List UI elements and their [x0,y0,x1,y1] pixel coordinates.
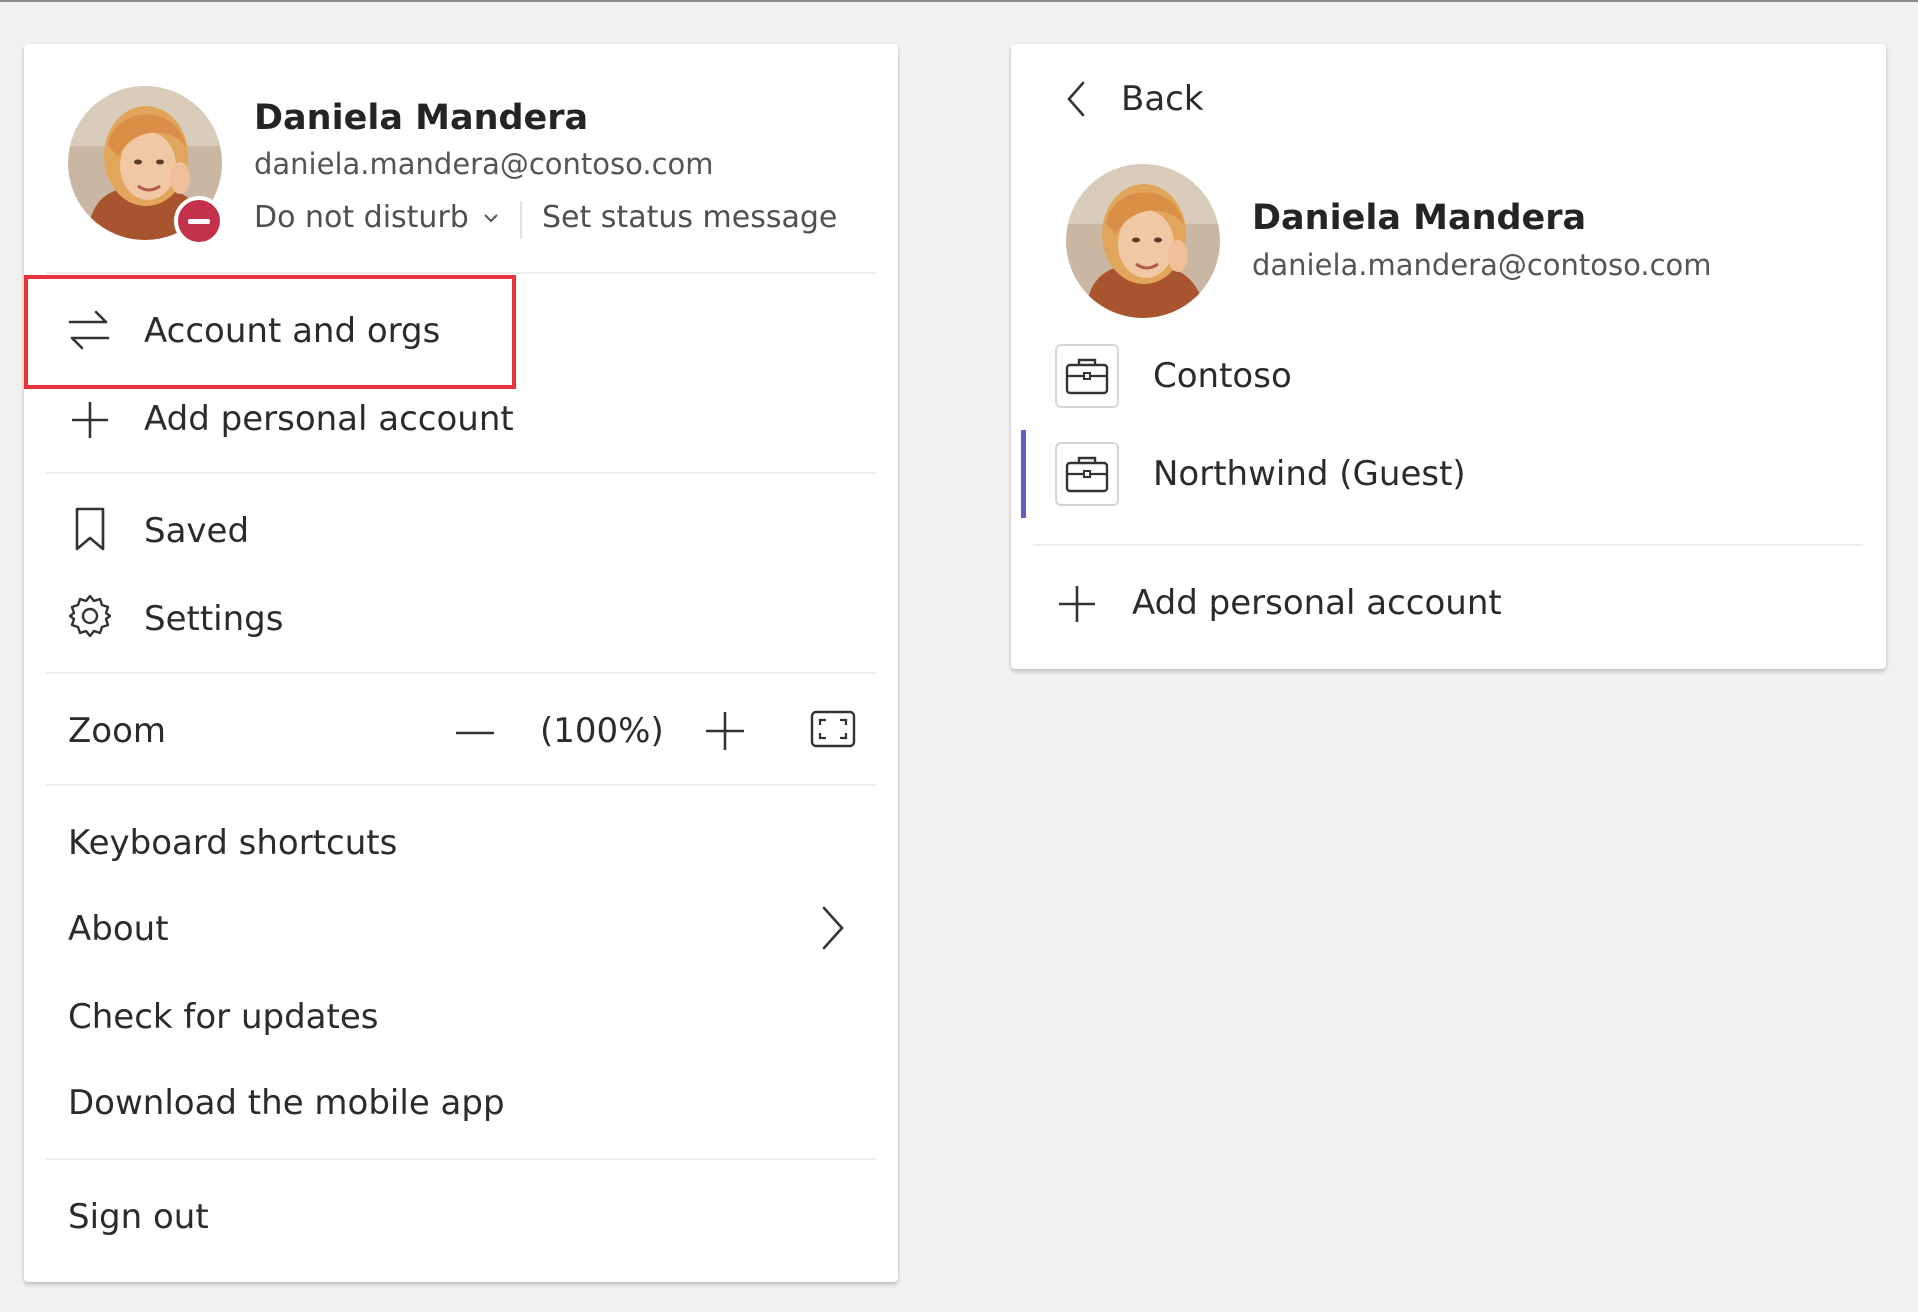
chevron-right-icon[interactable] [820,904,846,952]
profile-menu: Daniela Mandera daniela.mandera@contoso.… [24,44,898,1282]
user-email: daniela.mandera@contoso.com [1252,248,1712,282]
minus-icon[interactable] [454,729,496,737]
divider [46,1158,876,1160]
zoom-value: (100%) [540,711,664,751]
account-and-orgs-item[interactable]: Account and orgs [144,314,440,348]
org-item-contoso[interactable]: Contoso [1153,359,1292,393]
back-button[interactable]: Back [1121,82,1204,116]
window-top-edge [0,0,1918,2]
saved-item[interactable]: Saved [144,514,249,548]
fullscreen-icon[interactable] [810,710,856,748]
user-name: Daniela Mandera [1252,198,1587,238]
bookmark-icon [74,506,106,552]
divider [46,672,876,674]
plus-icon[interactable] [704,710,746,752]
set-status-message-link[interactable]: Set status message [542,203,837,233]
plus-icon [1057,584,1097,624]
dnd-status-icon [174,196,224,246]
gear-icon [66,592,114,640]
divider [46,784,876,786]
user-name: Daniela Mandera [254,98,589,138]
briefcase-icon [1065,456,1109,493]
divider [1033,544,1863,546]
download-mobile-app-item[interactable]: Download the mobile app [68,1086,505,1120]
status-dropdown[interactable]: Do not disturb [254,203,469,233]
sign-out-item[interactable]: Sign out [68,1200,209,1234]
chevron-down-icon[interactable] [481,208,501,228]
briefcase-icon [1065,358,1109,395]
org-item-northwind[interactable]: Northwind (Guest) [1153,457,1466,491]
plus-icon [70,400,110,440]
divider [46,272,876,274]
keyboard-shortcuts-item[interactable]: Keyboard shortcuts [68,826,397,860]
status-separator [520,201,522,239]
org-icon-box [1055,442,1119,506]
add-personal-account-item[interactable]: Add personal account [144,402,514,436]
org-icon-box [1055,344,1119,408]
divider [46,472,876,474]
arrows-swap-icon [66,308,112,352]
avatar [1066,164,1220,318]
active-org-indicator [1021,430,1026,518]
about-item[interactable]: About [68,912,169,946]
accounts-panel: Back Daniela Mandera daniela.mandera@con… [1011,44,1886,669]
chevron-left-icon[interactable] [1065,80,1087,118]
add-personal-account-item[interactable]: Add personal account [1132,586,1502,620]
zoom-label: Zoom [68,711,167,751]
check-for-updates-item[interactable]: Check for updates [68,1000,378,1034]
user-email: daniela.mandera@contoso.com [254,147,714,181]
settings-item[interactable]: Settings [144,602,283,636]
